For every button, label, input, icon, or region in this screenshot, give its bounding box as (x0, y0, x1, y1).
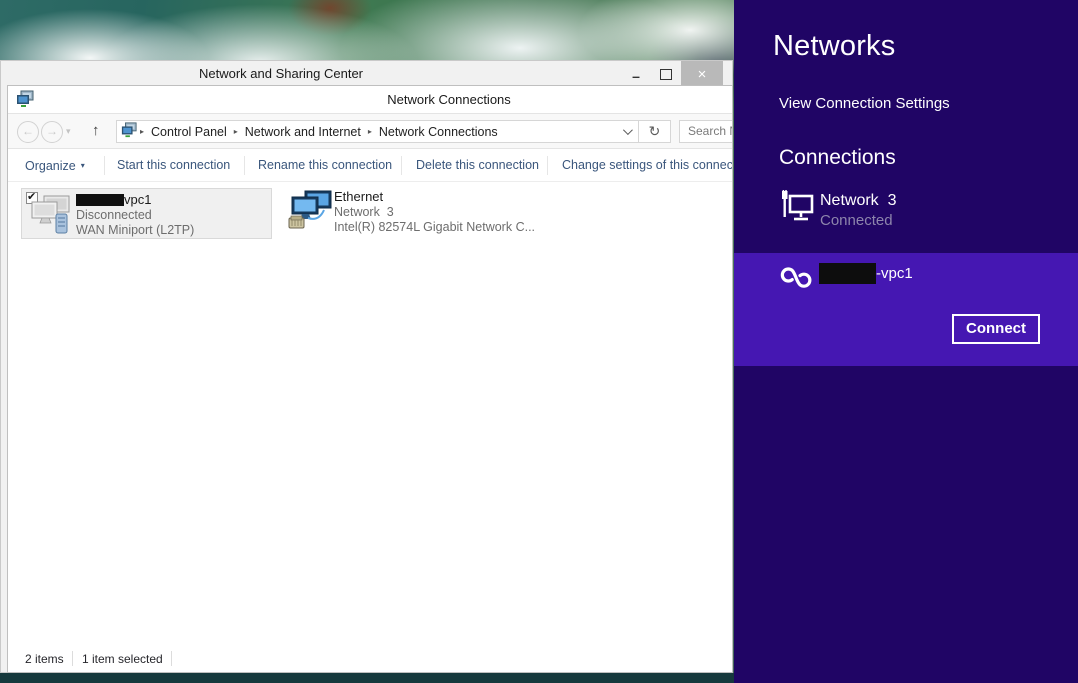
redacted-name (819, 263, 876, 284)
status-separator (72, 651, 73, 666)
back-button[interactable]: ← (17, 121, 39, 143)
minimize-icon: – (632, 64, 640, 84)
item-text: vpc1 Disconnected WAN Miniport (L2TP) (76, 192, 194, 238)
delete-connection-button[interactable]: Delete this connection (416, 149, 539, 182)
nsc-titlebar: Network and Sharing Center – × (1, 61, 732, 87)
networks-flyout-panel: Networks View Connection Settings Connec… (734, 0, 1078, 683)
network-status: Connected (820, 212, 893, 229)
change-settings-button[interactable]: Change settings of this connection (562, 149, 733, 182)
toolbar-separator (401, 156, 402, 175)
network-connections-icon (16, 90, 34, 113)
nsc-caption-buttons: – × (621, 61, 723, 87)
status-bar: 2 items 1 item selected (8, 644, 732, 673)
rename-connection-button[interactable]: Rename this connection (258, 149, 392, 182)
refresh-icon: ↻ (649, 123, 661, 139)
selected-count: 1 item selected (82, 652, 163, 666)
connect-button[interactable]: Connect (952, 314, 1040, 344)
organize-button[interactable]: Organize▾ (25, 149, 85, 182)
navigation-bar: ← → ▾ ↑ ▸ Control Panel ▸ Network and In… (8, 113, 732, 149)
command-toolbar: Organize▾ Start this connection Rename t… (8, 149, 732, 182)
chevron-down-icon: ▾ (76, 161, 85, 170)
toolbar-separator (104, 156, 105, 175)
view-connection-settings-link[interactable]: View Connection Settings (779, 95, 950, 112)
close-button[interactable]: × (681, 61, 723, 87)
items-count: 2 items (25, 652, 64, 666)
refresh-button[interactable]: ↻ (638, 120, 671, 143)
ethernet-device-icon (288, 190, 334, 237)
history-dropdown-button[interactable]: ▾ (66, 121, 71, 141)
list-item-ethernet[interactable]: Ethernet Network 3 Intel(R) 82574L Gigab… (288, 188, 533, 239)
address-dropdown-icon[interactable] (623, 125, 633, 135)
item-device: Intel(R) 82574L Gigabit Network C... (334, 220, 535, 235)
vpn-device-icon (30, 194, 72, 241)
item-name: Ethernet (334, 189, 535, 205)
chevron-down-icon: ▾ (66, 126, 71, 136)
network-name: Network 3 (820, 192, 896, 210)
close-icon: × (698, 66, 707, 83)
item-status: Network 3 (334, 205, 535, 220)
address-bar[interactable]: ▸ Control Panel ▸ Network and Internet ▸… (116, 120, 639, 143)
forward-button[interactable]: → (41, 121, 63, 143)
connections-section-heading: Connections (779, 146, 896, 170)
flyout-item-network3[interactable]: Network 3 Connected (734, 186, 1078, 238)
breadcrumb-network-and-internet[interactable]: Network and Internet (241, 125, 365, 139)
item-name: vpc1 (76, 192, 194, 208)
status-separator (171, 651, 172, 666)
flyout-item-vpn-selected[interactable]: -vpc1 Connect (734, 253, 1078, 366)
breadcrumb-sep-icon: ▸ (137, 127, 147, 136)
flyout-title: Networks (773, 30, 895, 63)
item-status: Disconnected (76, 208, 194, 223)
vpn-icon (777, 261, 815, 300)
maximize-button[interactable] (651, 61, 681, 87)
search-placeholder: Search N (688, 124, 733, 138)
breadcrumb-sep-icon: ▸ (365, 127, 375, 136)
arrow-left-icon: ← (22, 124, 34, 138)
connections-list: ✔ vpc1 Disconnected WAN Miniport (L2TP (8, 182, 732, 644)
wired-network-icon (778, 190, 814, 237)
desktop-wallpaper-bottom (0, 673, 734, 683)
arrow-right-icon: → (46, 124, 58, 138)
nsc-window-title: Network and Sharing Center (81, 61, 481, 87)
arrow-up-icon: ↑ (92, 122, 100, 139)
item-device: WAN Miniport (L2TP) (76, 223, 194, 238)
start-connection-button[interactable]: Start this connection (117, 149, 230, 182)
address-location-icon (121, 120, 137, 143)
network-connections-window: Network Connections ← → ▾ ↑ ▸ Control Pa… (7, 85, 733, 673)
toolbar-separator (244, 156, 245, 175)
toolbar-separator (547, 156, 548, 175)
breadcrumb-network-connections[interactable]: Network Connections (375, 125, 502, 139)
search-input[interactable]: Search N (679, 120, 733, 143)
nc-titlebar: Network Connections (8, 86, 732, 113)
vpn-name-suffix: -vpc1 (876, 265, 913, 282)
breadcrumb-control-panel[interactable]: Control Panel (147, 125, 231, 139)
minimize-button[interactable]: – (621, 61, 651, 87)
redacted-name (76, 194, 124, 206)
item-text: Ethernet Network 3 Intel(R) 82574L Gigab… (334, 189, 535, 235)
list-item-vpn[interactable]: ✔ vpc1 Disconnected WAN Miniport (L2TP (21, 188, 272, 239)
breadcrumb-sep-icon: ▸ (231, 127, 241, 136)
nc-window-title: Network Connections (249, 86, 649, 113)
maximize-icon (660, 69, 672, 80)
up-button[interactable]: ↑ (92, 120, 100, 142)
